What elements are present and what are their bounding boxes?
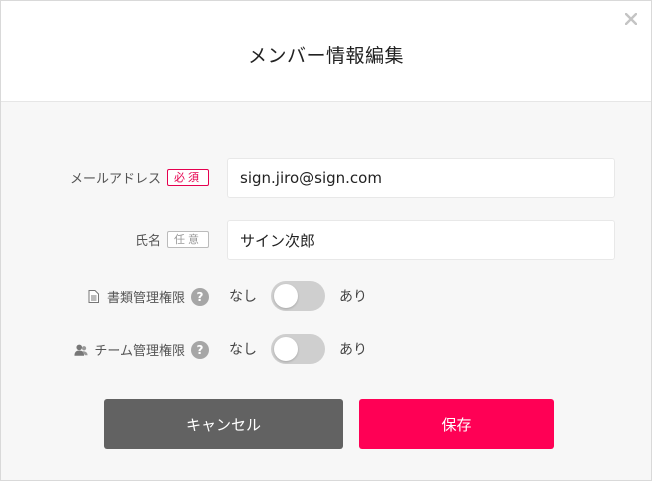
toggle-knob (274, 284, 298, 308)
toggle-knob (274, 337, 298, 361)
team-permission-toggle-group: なし あり (229, 334, 367, 364)
document-permission-toggle-group: なし あり (229, 281, 367, 311)
name-label: 氏名 (134, 234, 161, 249)
toggle-off-label: なし (229, 289, 257, 305)
team-permission-toggle[interactable] (271, 334, 325, 364)
help-icon[interactable]: ? (191, 287, 209, 306)
name-label-group: 氏名 任意 (135, 230, 209, 249)
email-label-group: メールアドレス 必須 (70, 168, 209, 187)
cancel-button[interactable]: キャンセル (104, 399, 343, 449)
help-icon[interactable]: ? (191, 340, 209, 359)
dialog-title: メンバー情報編集 (247, 45, 404, 67)
close-button[interactable] (621, 9, 641, 29)
email-label: メールアドレス (69, 172, 161, 187)
document-permission-label: 書類管理権限 (106, 291, 185, 306)
document-icon (87, 289, 101, 305)
name-row: 氏名 任意 サイン次郎 (1, 220, 651, 260)
team-permission-label-group: チーム管理権限 ? (74, 340, 209, 359)
dialog-header: メンバー情報編集 (1, 1, 651, 102)
document-permission-toggle[interactable] (271, 281, 325, 311)
email-row: メールアドレス 必須 sign.jiro@sign.com (1, 158, 651, 198)
user-icon (74, 342, 88, 358)
email-field[interactable]: sign.jiro@sign.com (227, 158, 615, 198)
team-permission-row: チーム管理権限 ? なし あり (1, 334, 651, 364)
toggle-off-label: なし (229, 342, 257, 358)
document-permission-label-group: 書類管理権限 ? (87, 287, 209, 306)
optional-badge: 任意 (167, 231, 209, 248)
toggle-on-label: あり (339, 289, 367, 305)
close-icon (625, 13, 637, 25)
required-badge: 必須 (167, 169, 209, 186)
save-button[interactable]: 保存 (359, 399, 554, 449)
document-permission-row: 書類管理権限 ? なし あり (1, 281, 651, 311)
toggle-on-label: あり (339, 342, 367, 358)
name-field[interactable]: サイン次郎 (227, 220, 615, 260)
team-permission-label: チーム管理権限 (94, 344, 185, 359)
member-edit-dialog: メンバー情報編集 メールアドレス 必須 sign.jiro@sign.com 氏… (0, 0, 652, 481)
